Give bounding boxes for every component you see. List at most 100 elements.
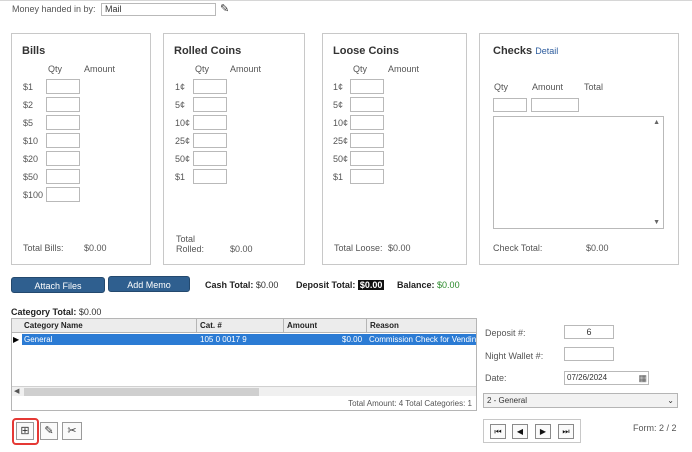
checks-qty-input[interactable] [493,98,527,112]
checks-amount-input[interactable] [531,98,579,112]
grid-footer: Total Amount: 4 Total Categories: 1 [348,399,472,408]
rolled-row-label: $1 [175,172,186,182]
checks-total-value: $0.00 [586,243,609,253]
last-record-icon[interactable]: ⏭ [558,424,574,439]
row-cat-no: 105 0 0017 9 [200,335,247,344]
header-reason[interactable]: Reason [370,319,399,333]
row-amount: $0.00 [342,335,363,344]
header-cat-no[interactable]: Cat. # [200,319,222,333]
bills-qty-header: Qty [48,64,63,74]
bills-qty-input[interactable] [46,79,80,94]
add-category-icon[interactable]: ⊞ [16,422,34,440]
loose-qty-input[interactable] [350,115,384,130]
grid-horizontal-scrollbar[interactable]: ◀ [12,386,476,396]
bills-qty-input[interactable] [46,151,80,166]
deposit-total-label: Deposit Total: [296,280,356,290]
scroll-down-icon[interactable]: ▼ [653,219,660,226]
next-record-icon[interactable]: ▶ [535,424,551,439]
balance: Balance: $0.00 [397,280,460,290]
category-grid: Category Name Cat. # Amount Reason ▶ Gen… [11,318,477,411]
loose-qty-header: Qty [353,64,368,74]
loose-qty-input[interactable] [350,151,384,166]
rolled-amount-header: Amount [230,64,262,74]
category-total: Category Total: $0.00 [11,307,101,317]
rolled-qty-input[interactable] [193,79,227,94]
pencil-icon[interactable]: ✎ [40,422,58,440]
bills-amount-header: Amount [84,64,116,74]
bills-total-label: Total Bills: [23,243,64,253]
money-handed-input[interactable]: Mail [101,3,216,16]
checks-list-box[interactable]: ▲ ▼ [493,116,664,229]
loose-amount-header: Amount [388,64,420,74]
bills-row-label: $50 [23,172,39,182]
pencil-icon[interactable]: ✎ [220,2,229,15]
table-row[interactable]: General 105 0 0017 9 $0.00 Commission Ch… [22,334,476,345]
loose-qty-input[interactable] [350,169,384,184]
bills-qty-input[interactable] [46,187,80,202]
rolled-qty-input[interactable] [193,169,227,184]
rolled-row-label: 10¢ [175,118,191,128]
delete-icon[interactable]: ✂ [62,422,82,440]
rolled-qty-header: Qty [195,64,210,74]
bills-qty-input[interactable] [46,97,80,112]
bills-row-label: $20 [23,154,39,164]
checks-title: Checks Detail [493,45,558,57]
row-reason: Commission Check for Vending [369,335,476,344]
loose-qty-input[interactable] [350,79,384,94]
checks-detail-link[interactable]: Detail [535,46,558,56]
rolled-row-label: 1¢ [175,82,186,92]
category-select[interactable]: 2 - General ⌄ [483,393,678,408]
loose-qty-input[interactable] [350,97,384,112]
grid-header: Category Name Cat. # Amount Reason [12,319,476,333]
scroll-thumb[interactable] [24,388,259,396]
rolled-total-label: Total [176,234,196,244]
loose-qty-input[interactable] [350,133,384,148]
prev-record-icon[interactable]: ◀ [512,424,528,439]
loose-total-value: $0.00 [388,243,411,253]
add-memo-button[interactable]: Add Memo [108,276,190,292]
rolled-qty-input[interactable] [193,151,227,166]
loose-row-label: 10¢ [333,118,349,128]
rolled-qty-input[interactable] [193,133,227,148]
category-total-value: $0.00 [78,307,102,317]
bills-row-label: $5 [23,118,34,128]
scroll-left-icon[interactable]: ◀ [14,387,19,395]
first-record-icon[interactable]: ⏮ [490,424,506,439]
checks-total-header: Total [584,82,604,92]
category-select-value: 2 - General [487,396,528,405]
rolled-total-label-2: Rolled: [176,244,205,254]
record-navigator: ⏮ ◀ ▶ ⏭ [483,419,581,443]
checks-title-text: Checks [493,45,533,57]
money-handed-label: Money handed in by: [12,4,96,14]
loose-row-label: 25¢ [333,136,349,146]
balance-label: Balance: [397,280,435,290]
header-category-name[interactable]: Category Name [24,319,83,333]
night-wallet-label: Night Wallet #: [485,351,544,361]
rolled-qty-input[interactable] [193,97,227,112]
bills-qty-input[interactable] [46,169,80,184]
deposit-total: Deposit Total: $0.00 [296,280,385,290]
date-value: 07/26/2024 [567,373,608,382]
bills-panel [11,33,151,265]
checks-amount-header: Amount [532,82,564,92]
calendar-icon[interactable]: ▦ [638,372,647,384]
top-divider [0,0,692,1]
form-counter: Form: 2 / 2 [633,423,677,433]
bills-row-label: $10 [23,136,39,146]
scroll-up-icon[interactable]: ▲ [653,119,660,126]
deposit-no-label: Deposit #: [485,328,526,338]
bills-qty-input[interactable] [46,115,80,130]
chevron-down-icon[interactable]: ⌄ [667,394,674,407]
bills-qty-input[interactable] [46,133,80,148]
night-wallet-input[interactable] [564,347,614,361]
attach-files-button[interactable]: Attach Files [11,277,105,293]
deposit-no-input[interactable]: 6 [564,325,614,339]
rolled-qty-input[interactable] [193,115,227,130]
rolled-row-label: 5¢ [175,100,186,110]
checks-qty-header: Qty [494,82,509,92]
rolled-row-label: 25¢ [175,136,191,146]
date-input[interactable]: 07/26/2024 ▦ [564,371,649,385]
deposit-total-value: $0.00 [357,280,385,290]
bills-row-label: $1 [23,82,34,92]
header-amount[interactable]: Amount [287,319,317,333]
